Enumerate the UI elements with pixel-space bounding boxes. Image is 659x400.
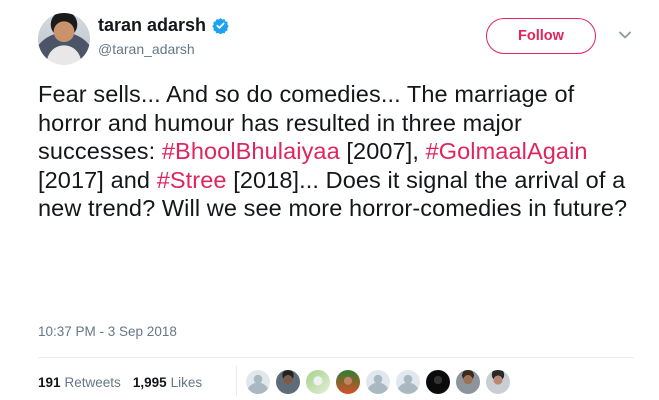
tweet-text-segment: [2007],: [339, 138, 426, 165]
author-name-text: taran adarsh: [98, 15, 207, 35]
stats-divider: [236, 366, 237, 396]
tweet-text: Fear sells... And so do comedies... The …: [38, 80, 638, 223]
hashtag-link[interactable]: #BhoolBhulaiyaa: [162, 138, 340, 164]
tweet-stats: 191 Retweets 1,995 Likes: [38, 375, 208, 390]
retweets-stat[interactable]: 191 Retweets: [38, 375, 121, 390]
chevron-down-icon[interactable]: [618, 30, 632, 40]
liker-avatar[interactable]: [486, 370, 510, 394]
tweet-timestamp[interactable]: 10:37 PM - 3 Sep 2018: [38, 324, 177, 339]
liker-avatar[interactable]: [426, 370, 450, 394]
liker-avatar[interactable]: [246, 370, 270, 394]
likes-count: 1,995: [132, 375, 167, 390]
hashtag-link[interactable]: #GolmaalAgain: [426, 138, 588, 164]
liker-avatar[interactable]: [276, 370, 300, 394]
liker-avatar[interactable]: [396, 370, 420, 394]
liker-avatar[interactable]: [306, 370, 330, 394]
likes-label: Likes: [170, 375, 203, 390]
follow-button[interactable]: Follow: [486, 18, 596, 54]
author-handle[interactable]: @taran_adarsh: [98, 41, 195, 57]
hashtag-link[interactable]: #Stree: [157, 167, 227, 193]
liker-avatar[interactable]: [336, 370, 360, 394]
liker-avatars: [246, 370, 510, 394]
author-name[interactable]: taran adarsh: [98, 15, 229, 36]
liker-avatar[interactable]: [456, 370, 480, 394]
author-avatar[interactable]: [38, 13, 90, 65]
liker-avatar[interactable]: [366, 370, 390, 394]
likes-stat[interactable]: 1,995 Likes: [133, 375, 202, 390]
verified-badge-icon: [212, 18, 229, 34]
divider: [38, 357, 634, 358]
retweets-label: Retweets: [64, 375, 121, 390]
retweets-count: 191: [38, 375, 61, 390]
tweet-text-segment: [2017] and: [38, 166, 157, 193]
